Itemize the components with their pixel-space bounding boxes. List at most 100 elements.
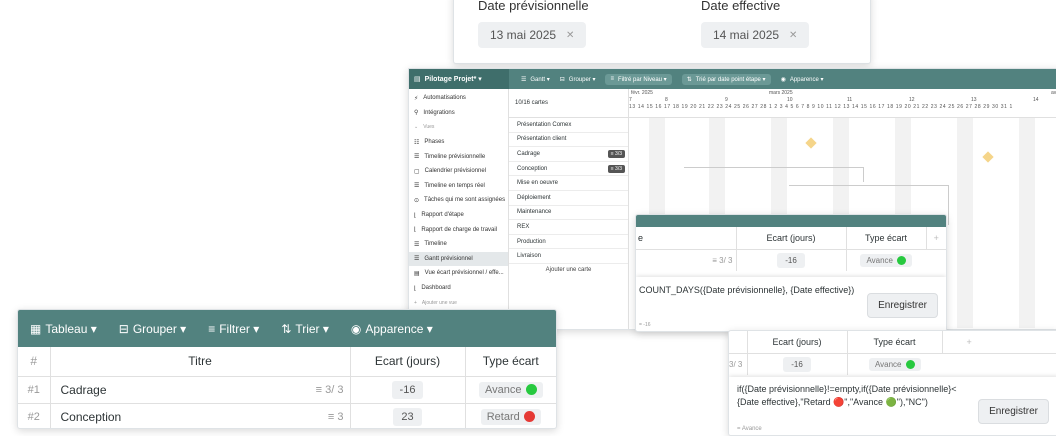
sidebar-item[interactable]: ⚲ Intégrations [409, 106, 508, 121]
sidebar-item[interactable]: + Ajouter une vue [409, 295, 508, 310]
task-name: Conception [517, 165, 548, 172]
checklist-count: 3/ 3 [729, 359, 743, 369]
view-selector-button[interactable]: ▦ Tableau ▾ [30, 322, 97, 336]
month-label: mars 2025 [769, 90, 793, 96]
table-row[interactable]: #2 Conception ≡ 3 23 Retard [18, 403, 556, 428]
type-badge: Retard [480, 408, 541, 425]
formula-popup-days: e Ecart (jours) Type écart + ≡ 3/ 3 -16 … [635, 214, 947, 332]
popup-header-bar [636, 215, 946, 227]
sidebar-item[interactable]: ⌊ Rapport d'étape [409, 208, 508, 223]
task-row[interactable]: Production [509, 235, 628, 250]
table-view: ▦ Tableau ▾ ⊟ Grouper ▾ ≡ Filtrer ▾ ⇅ Trier … [17, 309, 557, 429]
status-dot-icon [523, 411, 535, 422]
sidebar-section[interactable]: ⌄ Vues [409, 120, 508, 135]
group-button[interactable]: ⊟ Grouper ▾ [560, 76, 596, 83]
bolt-icon: ⚡ [414, 95, 419, 102]
table-row[interactable]: #1 Cadrage ≡ 3/ 3 -16 Avance [18, 376, 556, 403]
ecart-value: 23 [393, 407, 422, 426]
formula-popup-type: Ecart (jours) Type écart + 3/ 3 -16 Avan… [728, 330, 1056, 436]
filter-icon: ≡ [610, 76, 614, 82]
formula-text[interactable]: if({Date prévisionnelle}!=empty,if({Date… [737, 383, 977, 409]
clear-icon[interactable]: ✕ [789, 30, 797, 41]
plug-icon: ⚲ [414, 110, 419, 117]
task-list: 10/16 cartes Présentation Comex Présentat… [509, 89, 629, 329]
week-label: 9 [725, 97, 728, 103]
sort-icon: ⇅ [281, 321, 292, 336]
sidebar-item[interactable]: ⊙ Tâches qui me sont assignées [409, 193, 508, 208]
group-icon: ⊟ [118, 321, 129, 336]
week-label: 12 [909, 97, 915, 103]
week-label: 7 [629, 97, 632, 103]
sidebar-item[interactable]: ▤ Vue écart prévisionnel / effe... [409, 266, 508, 281]
appearance-button[interactable]: ◉ Apparence ▾ [781, 76, 824, 83]
task-name: REX [517, 223, 530, 230]
group-button[interactable]: ⊟ Grouper ▾ [119, 322, 186, 336]
task-row[interactable]: Présentation client [509, 133, 628, 148]
app-header: ▤ Pilotage Projet* ▾ ☰ Gantt ▾ ⊟ Grouper ▾ … [409, 69, 1056, 89]
table-toolbar: ▦ Tableau ▾ ⊟ Grouper ▾ ≡ Filtrer ▾ ⇅ Trier … [18, 310, 556, 347]
filter-button[interactable]: ≡ Filtré par Niveau ▾ [605, 73, 672, 85]
user-icon: ⊙ [414, 197, 420, 204]
planned-date-label: Date prévisionnelle [478, 0, 589, 13]
planned-date-chip[interactable]: 13 mai 2025 ✕ [478, 22, 587, 48]
checklist-badge: ≡ 3/3 [607, 164, 625, 173]
sort-button[interactable]: ⇅ Trié par date point étape ▾ [681, 73, 771, 85]
add-column-button[interactable]: + [925, 227, 946, 249]
column-header-type: Type écart [845, 227, 926, 249]
add-card-button[interactable]: Ajouter une carte [509, 264, 628, 273]
task-row[interactable]: Déploiement [509, 191, 628, 206]
filter-button[interactable]: ≡ Filtrer ▾ [208, 322, 259, 336]
task-row[interactable]: Présentation Comex [509, 118, 628, 133]
add-column-button[interactable]: + [941, 331, 1056, 353]
project-switcher[interactable]: ▤ Pilotage Projet* ▾ [409, 69, 509, 89]
chart-icon: ⌊ [414, 285, 417, 292]
sort-button[interactable]: ⇅ Trier ▾ [281, 322, 329, 336]
week-label: 11 [847, 97, 853, 103]
formula-text[interactable]: COUNT_DAYS({Date prévisionnelle}, {Date … [639, 285, 854, 295]
task-name: Livraison [517, 253, 542, 260]
timeline-icon: ☰ [414, 154, 420, 161]
column-header-type: Type écart [846, 331, 942, 353]
sidebar-item[interactable]: ☰ Timeline [409, 237, 508, 252]
week-label: 8 [665, 97, 668, 103]
task-name: Déploiement [517, 194, 551, 201]
save-button[interactable]: Enregistrer [867, 293, 938, 318]
ecart-value: -16 [777, 252, 805, 268]
header-ecart: Ecart (jours) [349, 347, 465, 376]
sidebar-item[interactable]: ⌊ Dashboard [409, 281, 508, 296]
checklist-count: ≡ 3/ 3 [315, 383, 344, 396]
column-header-ecart: Ecart (jours) [746, 331, 847, 353]
app-icon: ▤ [414, 76, 421, 83]
week-label: 14 [1033, 97, 1039, 103]
actual-date-chip[interactable]: 14 mai 2025 ✕ [701, 22, 810, 48]
chevron-icon: ⌄ [414, 124, 419, 131]
milestone-diamond[interactable] [805, 137, 817, 149]
ecart-value: -16 [391, 380, 424, 399]
sidebar-item[interactable]: ▢ Calendrier prévisionnel [409, 164, 508, 179]
task-row[interactable]: Livraison [509, 249, 628, 264]
sidebar-item[interactable]: ⌊ Rapport de charge de travail [409, 222, 508, 237]
milestone-diamond[interactable] [982, 151, 994, 163]
save-button[interactable]: Enregistrer [978, 399, 1049, 424]
type-badge: Avance [868, 357, 921, 371]
sidebar-item[interactable]: ⚡ Automatisations [409, 91, 508, 106]
clear-icon[interactable]: ✕ [566, 30, 574, 41]
appearance-button[interactable]: ◉ Apparence ▾ [351, 322, 433, 336]
task-row[interactable]: Conception ≡ 3/3 [509, 162, 628, 177]
sidebar-item[interactable]: ☰ Timeline prévisionnelle [409, 149, 508, 164]
day-labels: 13 14 15 16 17 18 19 20 21 22 23 24 25 2… [629, 104, 1013, 110]
task-row[interactable]: REX [509, 220, 628, 235]
checklist-count: ≡ 3/ 3 [712, 255, 733, 265]
sidebar-item-active[interactable]: ☰ Gantt prévisionnel [409, 251, 508, 267]
sidebar-item[interactable]: ☷ Phases [409, 135, 508, 150]
view-gantt-button[interactable]: ☰ Gantt ▾ [521, 76, 550, 83]
weekend-column [1019, 118, 1035, 328]
task-row[interactable]: Mise en oeuvre [509, 176, 628, 191]
sidebar-item[interactable]: ☰ Timeline en temps réel [409, 179, 508, 194]
sort-icon: ⇅ [686, 76, 692, 83]
task-name: Production [517, 238, 546, 245]
checklist-count: ≡ 3 [327, 410, 344, 423]
task-row[interactable]: Maintenance [509, 206, 628, 221]
task-row[interactable]: Cadrage ≡ 3/3 [509, 147, 628, 162]
status-dot-icon [525, 384, 537, 395]
